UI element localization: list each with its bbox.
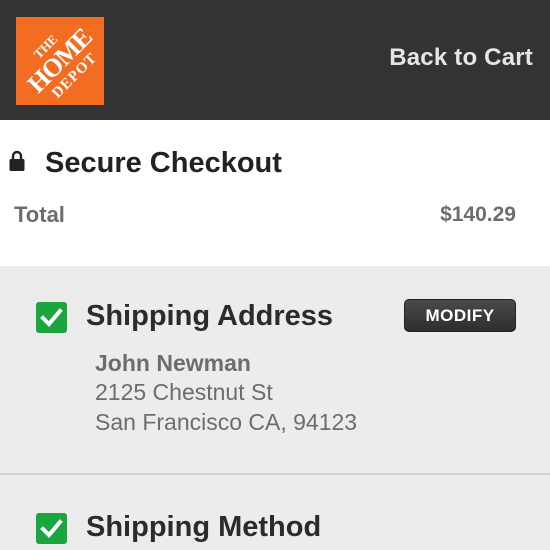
page-title: Secure Checkout <box>45 147 282 179</box>
shipping-method-section[interactable]: Shipping Method <box>0 477 550 550</box>
checkout-summary: Secure Checkout Total $140.29 <box>0 120 550 266</box>
lock-icon <box>9 150 25 171</box>
back-to-cart-link[interactable]: Back to Cart <box>389 44 533 72</box>
checkmark-icon <box>36 302 67 333</box>
shipping-address-title: Shipping Address <box>86 300 334 332</box>
address-street: 2125 Chestnut St <box>95 379 273 405</box>
total-label: Total <box>14 202 65 227</box>
home-depot-logo[interactable]: THE HOME DEPOT <box>16 17 104 105</box>
shipping-address-section: Shipping Address MODIFY John Newman 2125… <box>0 266 550 475</box>
checkmark-icon <box>36 513 67 544</box>
top-bar: THE HOME DEPOT Back to Cart <box>0 0 550 120</box>
total-value: $140.29 <box>440 203 516 226</box>
address-city: San Francisco CA, 94123 <box>95 409 358 435</box>
logo-graphic: THE HOME DEPOT <box>16 17 104 105</box>
modify-address-button[interactable]: MODIFY <box>404 299 516 332</box>
shipping-method-title: Shipping Method <box>86 511 322 543</box>
recipient-name: John Newman <box>95 350 251 376</box>
